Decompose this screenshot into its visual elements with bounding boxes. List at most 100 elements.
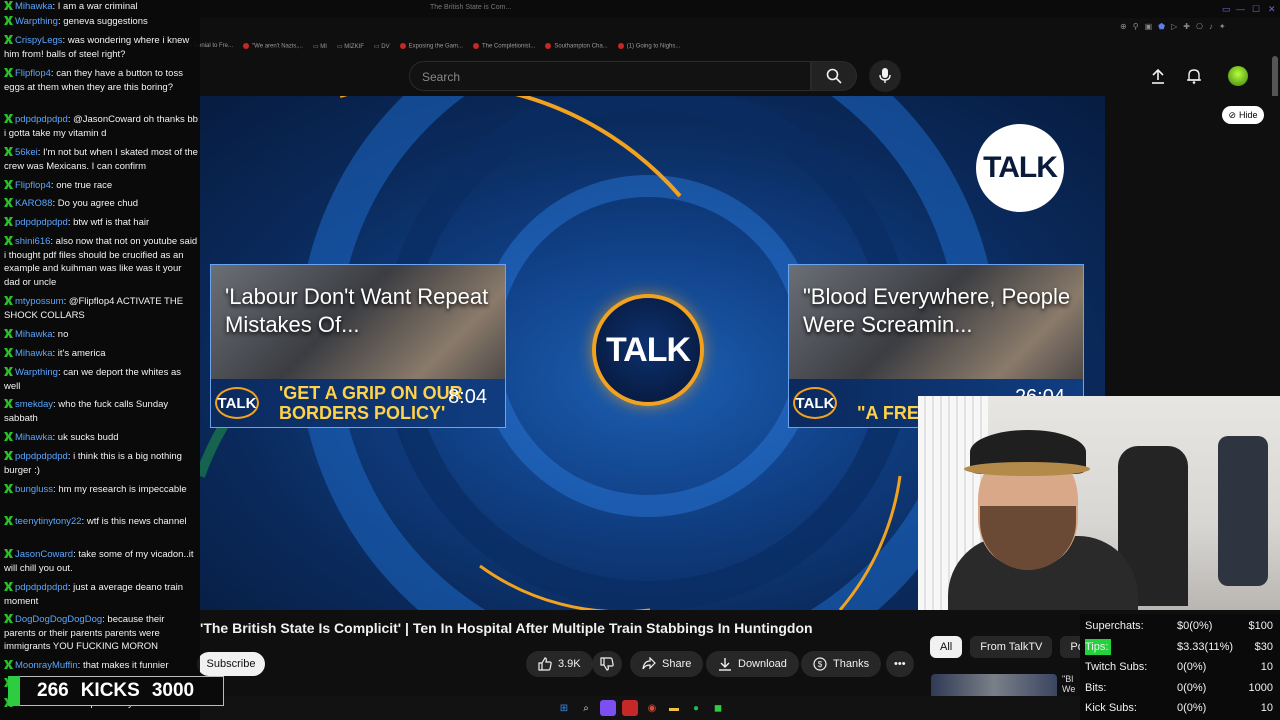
tab-title[interactable]: The British State is Com... bbox=[430, 4, 511, 11]
pin-icon[interactable]: ⚲ bbox=[1133, 22, 1139, 31]
bookmarks-bar: From Denial to Fre... "We aren't Nazis,.… bbox=[178, 40, 680, 52]
kick-icon[interactable]: ◼ bbox=[710, 700, 726, 716]
bookmark-item[interactable]: Southampton Cha... bbox=[545, 42, 608, 49]
kick-badge-icon bbox=[4, 198, 13, 207]
extension-icons: ⊕ ⚲ ▣ ⬟ ▷ ✚ ⎔ ♪ ✦ bbox=[1120, 22, 1226, 31]
bookmark-item[interactable]: Exposing the Gam... bbox=[399, 42, 463, 49]
chat-text: geneva suggestions bbox=[63, 16, 148, 27]
search-input[interactable]: Search bbox=[409, 61, 811, 91]
minimize-icon[interactable]: ▭ bbox=[1222, 4, 1231, 15]
chat-username[interactable]: DogDogDogDogDog bbox=[15, 614, 102, 625]
chat-message: Mihawka: uk sucks budd bbox=[4, 431, 198, 445]
bookmark-item[interactable]: "We aren't Nazis,... bbox=[243, 42, 303, 49]
avatar[interactable] bbox=[1228, 66, 1248, 86]
chat-username[interactable]: KARO88 bbox=[15, 198, 53, 209]
chat-message: MoonrayMuffin: that makes it funnier bbox=[4, 659, 198, 673]
square-icon[interactable]: ▣ bbox=[1145, 22, 1153, 31]
end-card-video-1[interactable]: 'Labour Don't Want Repeat Mistakes Of...… bbox=[210, 264, 506, 428]
download-button[interactable]: Download bbox=[706, 651, 799, 677]
chat-username[interactable]: pdpdpdpdpd bbox=[15, 451, 68, 462]
chat-username[interactable]: shini616 bbox=[15, 236, 50, 247]
bookmark-item[interactable]: ▭ DV bbox=[374, 43, 390, 50]
dislike-button[interactable] bbox=[592, 651, 622, 677]
search-taskbar-icon[interactable]: ⌕ bbox=[578, 700, 594, 716]
puzzle-icon[interactable]: ✚ bbox=[1183, 22, 1190, 31]
share-label: Share bbox=[662, 658, 692, 670]
chat-username[interactable]: pdpdpdpdpd bbox=[15, 582, 68, 593]
chat-username[interactable]: Mihawka bbox=[15, 348, 53, 359]
chat-username[interactable]: Warpthing bbox=[15, 16, 58, 27]
bookmark-icon[interactable]: ⎔ bbox=[1196, 22, 1203, 31]
chat-username[interactable]: teenytinytony22 bbox=[15, 516, 82, 527]
zoom-icon[interactable]: ⊕ bbox=[1120, 22, 1127, 31]
chat-text: btw wtf is that hair bbox=[73, 217, 150, 228]
kick-badge-icon bbox=[4, 296, 13, 305]
donation-label: Superchats: bbox=[1085, 620, 1144, 632]
extension-icon[interactable]: ✦ bbox=[1219, 22, 1226, 31]
chat-message: KARO88: Do you agree chud bbox=[4, 197, 198, 211]
search-button[interactable] bbox=[811, 61, 857, 91]
bookmark-item[interactable]: The Completionist... bbox=[472, 42, 535, 49]
end-card-brand: TALK bbox=[217, 389, 257, 417]
chip-from-talktv[interactable]: From TalkTV bbox=[970, 636, 1053, 658]
upload-button[interactable] bbox=[1148, 66, 1168, 86]
end-card-caption: 'GET A GRIP ON OUR BORDERS POLICY' bbox=[279, 383, 463, 423]
chat-text: I am a war criminal bbox=[57, 1, 138, 12]
chip-all[interactable]: All bbox=[930, 636, 963, 658]
donation-goal: 1000 bbox=[1248, 681, 1273, 694]
more-actions-button[interactable]: ••• bbox=[886, 651, 914, 677]
play-icon[interactable]: ▷ bbox=[1171, 22, 1177, 31]
recommended-video-title[interactable]: "Bl We bbox=[1062, 674, 1078, 694]
chat-username[interactable]: Mihawka bbox=[15, 1, 53, 12]
chat-username[interactable]: JasonCoward bbox=[15, 549, 73, 560]
spotify-icon[interactable]: ● bbox=[688, 700, 704, 716]
chat-message: Mihawka: it's america bbox=[4, 347, 198, 361]
chat-text: uk sucks budd bbox=[57, 432, 119, 443]
kicks-goal-value: 3000 bbox=[151, 680, 195, 701]
hide-button[interactable]: ⊘ Hide bbox=[1222, 106, 1264, 124]
chat-username[interactable]: pdpdpdpdpd bbox=[15, 217, 68, 228]
bookmark-item[interactable]: ▭ MI bbox=[313, 43, 327, 50]
chat-message: Mihawka: I am a war criminal bbox=[4, 0, 198, 14]
chat-username[interactable]: CrispyLegs bbox=[15, 35, 63, 46]
subscribe-button[interactable]: Subscribe bbox=[197, 652, 265, 676]
chat-username[interactable]: Flipflop4 bbox=[15, 68, 51, 79]
chrome-icon[interactable]: ◉ bbox=[644, 700, 660, 716]
thanks-button[interactable]: $ Thanks bbox=[801, 651, 882, 677]
thanks-label: Thanks bbox=[833, 658, 870, 670]
start-icon[interactable]: ⊞ bbox=[556, 700, 572, 716]
chat-username[interactable]: Mihawka bbox=[15, 329, 53, 340]
chat-username[interactable]: Flipflop4 bbox=[15, 180, 51, 191]
bookmark-item[interactable]: (1) Going to Nighs... bbox=[617, 42, 680, 49]
shield-icon[interactable]: ⬟ bbox=[1158, 22, 1165, 31]
donation-goal: 10 bbox=[1260, 661, 1273, 673]
chat-username[interactable]: mtypossum bbox=[15, 296, 64, 307]
donation-goal: 10 bbox=[1260, 702, 1273, 714]
folder-icon[interactable]: ▬ bbox=[666, 700, 682, 716]
chat-username[interactable]: 56kei bbox=[15, 147, 38, 158]
discord-icon[interactable] bbox=[600, 700, 616, 716]
chat-username[interactable]: Mihawka bbox=[15, 432, 53, 443]
chat-username[interactable]: Warpthing bbox=[15, 367, 58, 378]
chat-username[interactable]: bungluss bbox=[15, 484, 53, 495]
app-red-icon[interactable] bbox=[622, 700, 638, 716]
donation-value: 0(0%) bbox=[1177, 681, 1207, 694]
share-button[interactable]: Share bbox=[630, 651, 704, 677]
close-icon[interactable]: ✕ bbox=[1268, 4, 1276, 15]
notifications-button[interactable] bbox=[1184, 66, 1204, 86]
microphone-icon bbox=[879, 68, 891, 83]
bookmark-item[interactable]: ▭ MIZKIF bbox=[337, 43, 364, 50]
chat-username[interactable]: pdpdpdpdpd bbox=[15, 114, 68, 125]
like-button[interactable]: 3.9K bbox=[526, 651, 593, 677]
donation-label: Twitch Subs: bbox=[1085, 661, 1148, 673]
minimize-icon-2[interactable]: — bbox=[1236, 4, 1245, 14]
speaker-icon[interactable]: ♪ bbox=[1209, 22, 1213, 31]
maximize-icon[interactable]: ☐ bbox=[1252, 4, 1260, 15]
talk-center-logo: TALK bbox=[596, 298, 700, 402]
chat-username[interactable]: MoonrayMuffin bbox=[15, 660, 78, 671]
thanks-icon: $ bbox=[813, 657, 827, 671]
end-card-duration: 8:04 bbox=[448, 386, 487, 408]
chat-username[interactable]: smekday bbox=[15, 399, 53, 410]
kick-badge-icon bbox=[4, 549, 13, 558]
voice-search-button[interactable] bbox=[869, 60, 901, 92]
